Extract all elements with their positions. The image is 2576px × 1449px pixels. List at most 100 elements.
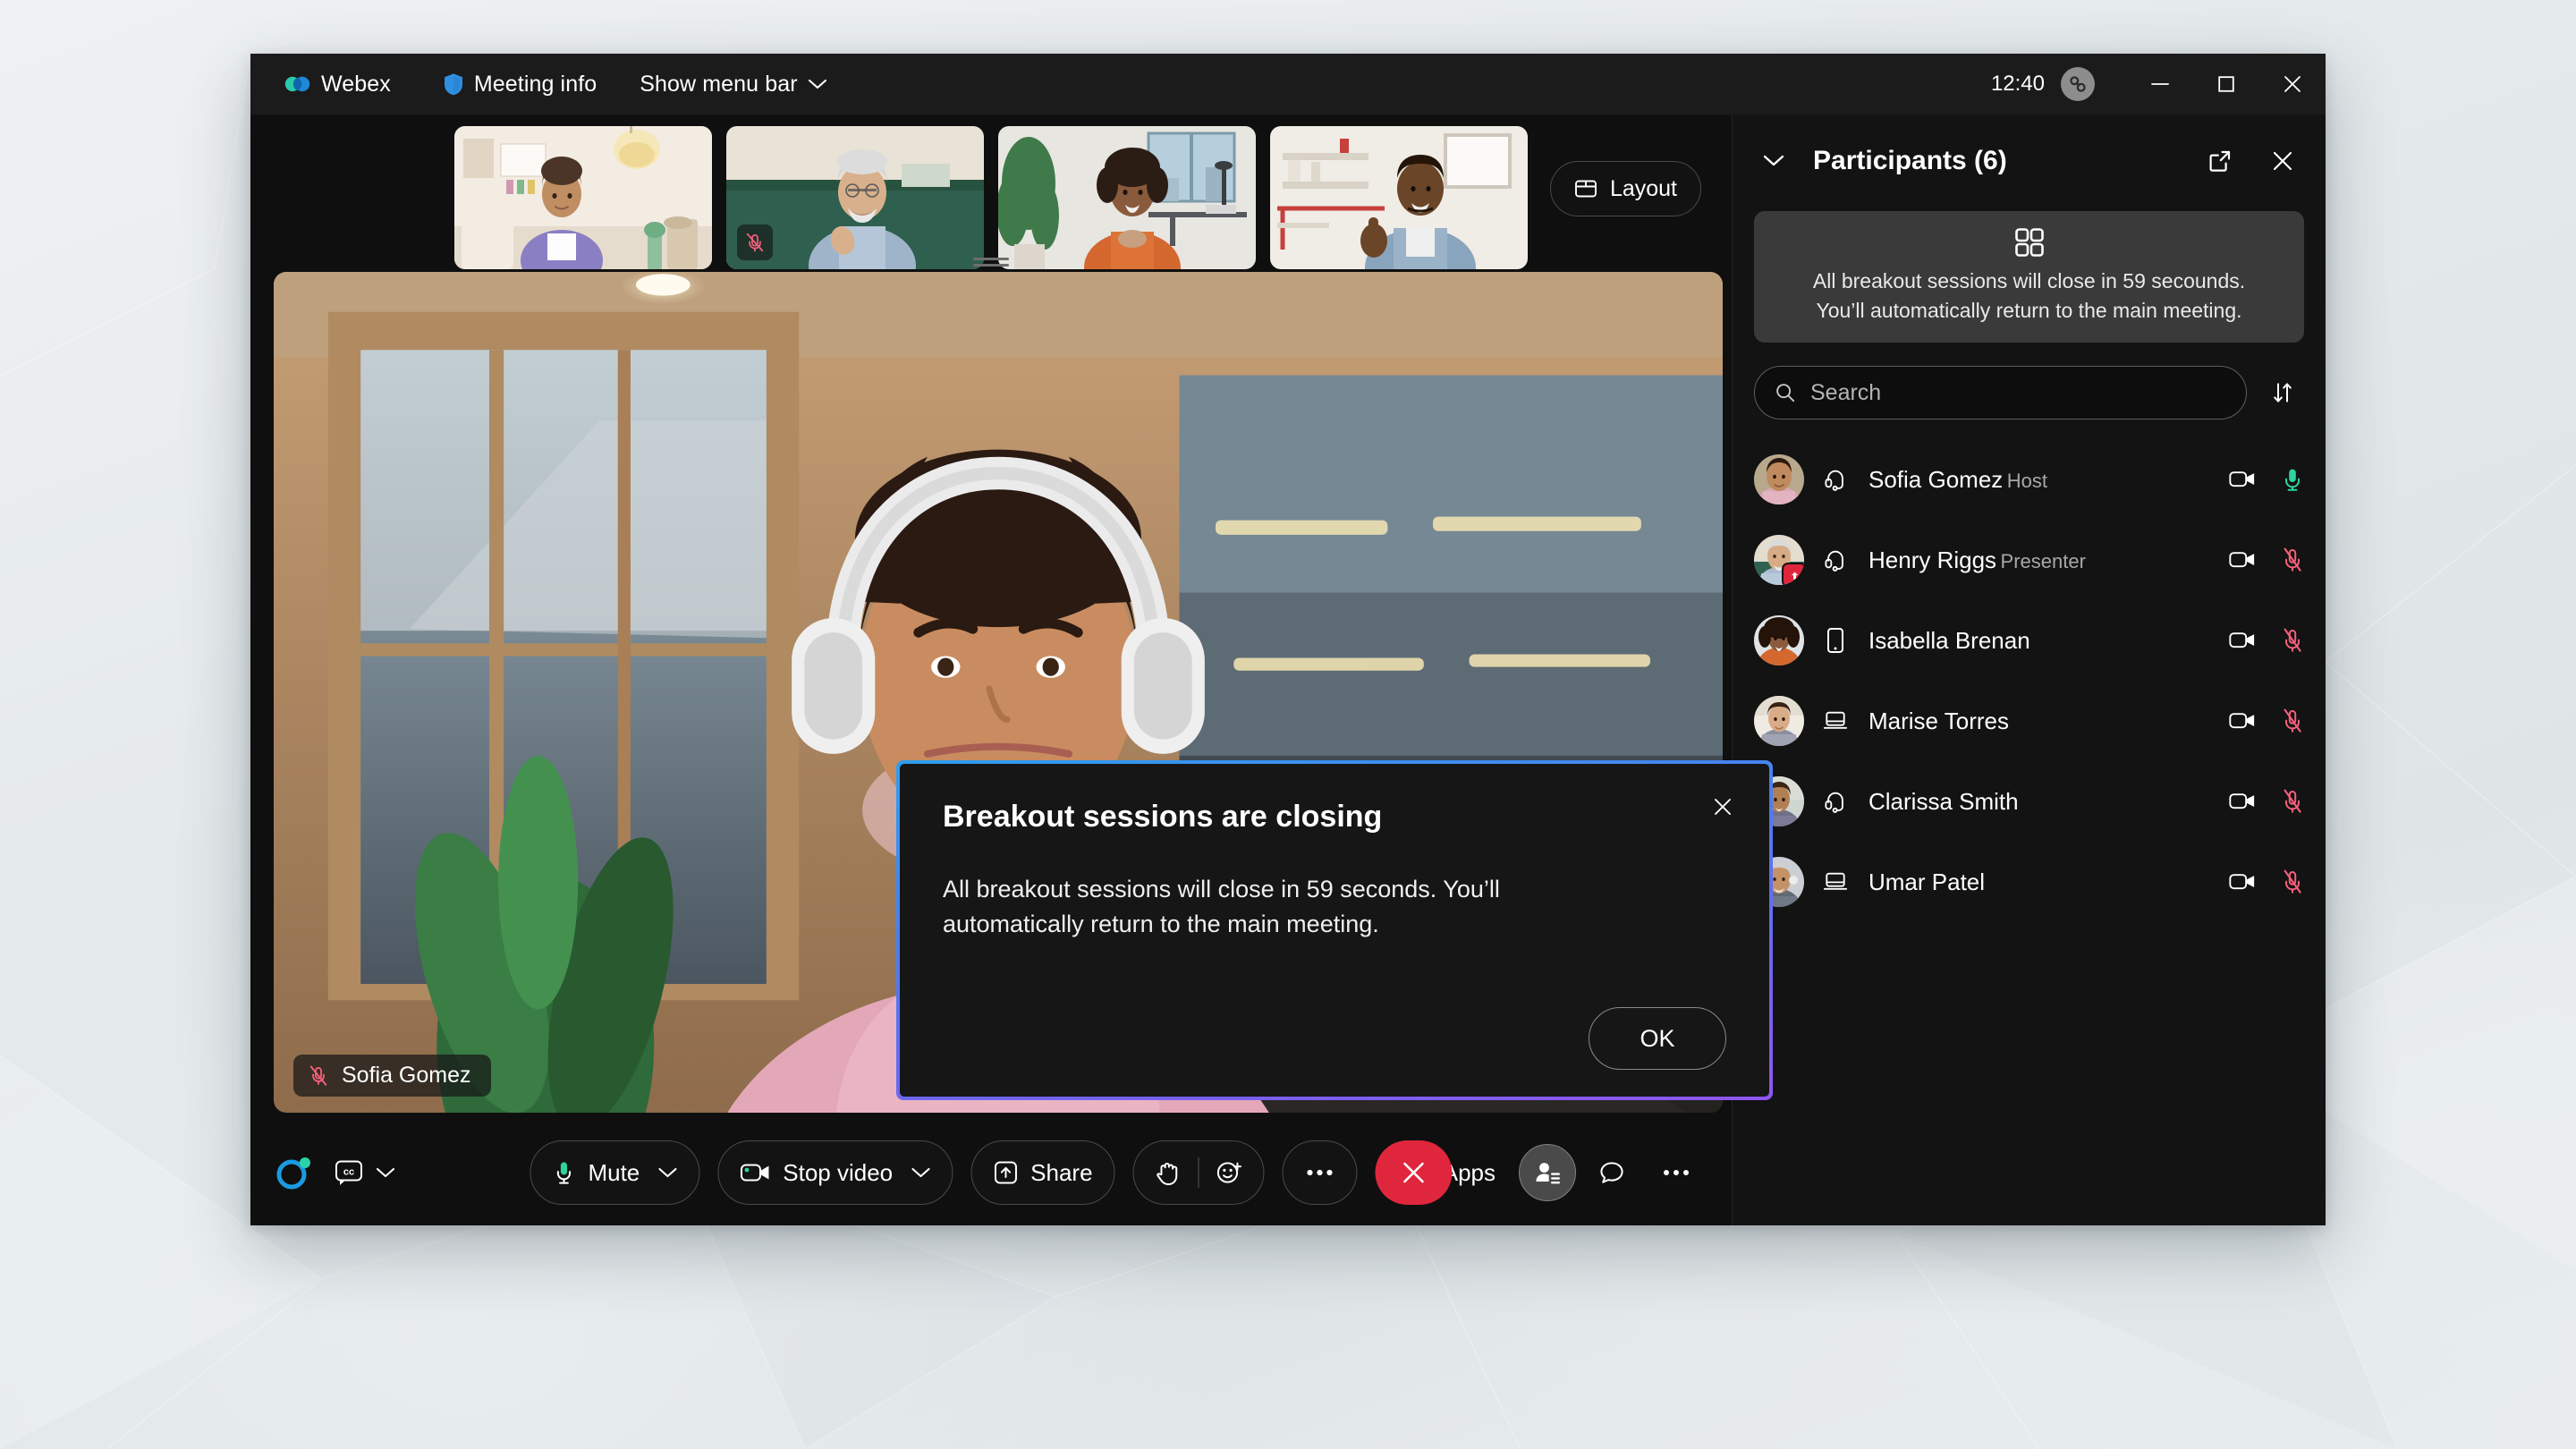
video-thumbnail[interactable] (998, 126, 1256, 269)
svg-text:cc: cc (343, 1167, 354, 1178)
webex-logo-icon (284, 73, 311, 95)
mic-muted-icon[interactable] (2283, 628, 2302, 653)
device-laptop-icon (1815, 709, 1856, 733)
share-screen-icon (993, 1160, 1018, 1185)
participant-status (2229, 869, 2302, 894)
device-laptop-icon (1815, 870, 1856, 894)
participant-status (2229, 628, 2302, 653)
filmstrip-resize-handle[interactable] (973, 258, 1009, 270)
window-controls: 12:40 (1991, 54, 2326, 114)
clock: 12:40 (1990, 72, 2045, 96)
chat-button[interactable] (1583, 1144, 1640, 1201)
thumbnail-scene (998, 126, 1256, 269)
chevron-down-icon[interactable] (657, 1166, 677, 1179)
show-menu-bar-button[interactable]: Show menu bar (629, 67, 837, 102)
microphone-icon (552, 1159, 575, 1186)
dialog-actions: OK (943, 1007, 1726, 1070)
webex-assistant-icon[interactable] (275, 1155, 311, 1191)
mic-muted-icon (308, 1064, 329, 1088)
mic-muted-icon[interactable] (2283, 547, 2302, 572)
video-thumbnail[interactable] (454, 126, 712, 269)
participant-role: Host (2006, 469, 2047, 492)
mute-button[interactable]: Mute (530, 1140, 700, 1205)
video-filmstrip (250, 114, 1732, 272)
app-title: Webex (321, 71, 391, 97)
meeting-info-button[interactable]: Meeting info (432, 67, 607, 102)
participant-row[interactable]: Umar Patel (1733, 842, 2326, 922)
participant-name: Henry Riggs (1868, 546, 1997, 573)
chevron-down-icon[interactable] (911, 1166, 930, 1179)
webex-meeting-window: Webex Meeting info Show menu bar 12:40 L… (250, 54, 2326, 1225)
connection-status-icon[interactable] (2061, 67, 2095, 101)
sort-participants-button[interactable] (2261, 371, 2304, 414)
closed-captions-icon: cc (335, 1159, 363, 1186)
close-icon (1402, 1160, 1427, 1185)
participants-button[interactable] (1519, 1144, 1576, 1201)
more-controls-button[interactable] (1282, 1140, 1358, 1205)
participant-identity: Clarissa Smith (1868, 788, 2229, 816)
camera-icon[interactable] (2229, 550, 2256, 570)
chevron-down-icon (376, 1166, 395, 1179)
camera-icon[interactable] (2229, 872, 2256, 892)
mic-muted-icon[interactable] (2283, 708, 2302, 733)
popout-panel-button[interactable] (2197, 138, 2243, 184)
camera-icon[interactable] (2229, 792, 2256, 811)
reactions-group (1132, 1140, 1265, 1205)
layout-label: Layout (1609, 175, 1677, 201)
participant-row[interactable]: Isabella Brenan (1733, 600, 2326, 681)
thumbnail-scene (454, 126, 712, 269)
close-panel-button[interactable] (2259, 138, 2306, 184)
maximize-button[interactable] (2193, 54, 2259, 114)
collapse-panel-button[interactable] (1750, 138, 1797, 184)
more-options-button[interactable] (1648, 1144, 1705, 1201)
camera-icon[interactable] (2229, 470, 2256, 489)
breakout-closing-dialog: Breakout sessions are closing All breako… (896, 760, 1773, 1100)
active-speaker-name-badge: Sofia Gomez (293, 1055, 491, 1097)
reactions-button[interactable] (1205, 1148, 1255, 1198)
dialog-body: All breakout sessions will close in 59 s… (943, 876, 1500, 938)
participant-identity: Henry Riggs Presenter (1868, 547, 2229, 575)
participants-search-row (1733, 343, 2326, 434)
dialog-title: Breakout sessions are closing (943, 800, 1383, 834)
camera-icon[interactable] (2229, 711, 2256, 731)
end-meeting-button[interactable] (1375, 1140, 1453, 1205)
search-box[interactable] (1754, 366, 2247, 420)
closed-captions-button[interactable]: cc (327, 1152, 402, 1193)
thumbnail-scene (1270, 126, 1528, 269)
stop-video-button[interactable]: Stop video (717, 1140, 953, 1205)
meeting-info-label: Meeting info (473, 71, 597, 97)
participant-row[interactable]: Henry Riggs Presenter (1733, 520, 2326, 600)
device-headset-icon (1815, 547, 1856, 572)
participant-name: Clarissa Smith (1868, 787, 2019, 815)
share-button[interactable]: Share (970, 1140, 1115, 1205)
show-menu-bar-label: Show menu bar (640, 71, 798, 97)
participant-row[interactable]: Sofia Gomez Host (1733, 439, 2326, 520)
participant-row[interactable]: Marise Torres (1733, 681, 2326, 761)
participant-identity: Isabella Brenan (1868, 627, 2229, 655)
participant-status (2229, 708, 2302, 733)
participant-identity: Marise Torres (1868, 708, 2229, 735)
ok-button[interactable]: OK (1589, 1007, 1726, 1070)
dialog-close-button[interactable] (1699, 784, 1746, 830)
layout-button[interactable]: Layout (1549, 161, 1701, 216)
avatar (1754, 454, 1804, 505)
share-label: Share (1030, 1158, 1093, 1186)
search-input[interactable] (1810, 379, 2226, 406)
participant-name: Umar Patel (1868, 868, 1986, 895)
camera-icon[interactable] (2229, 631, 2256, 650)
mic-muted-icon[interactable] (2283, 869, 2302, 894)
presenter-badge-icon (1782, 563, 1804, 586)
participant-row[interactable]: Clarissa Smith (1733, 761, 2326, 842)
close-window-button[interactable] (2259, 54, 2326, 114)
mic-muted-icon[interactable] (2283, 789, 2302, 814)
minimize-button[interactable] (2127, 54, 2193, 114)
title-bar: Webex Meeting info Show menu bar 12:40 (250, 54, 2326, 114)
mic-on-icon[interactable] (2283, 467, 2302, 492)
thumbnail-mute-icon (737, 225, 773, 260)
video-thumbnail[interactable] (1270, 126, 1528, 269)
raise-hand-button[interactable] (1143, 1148, 1193, 1198)
participant-status (2229, 789, 2302, 814)
participant-status (2229, 467, 2302, 492)
video-thumbnail[interactable] (726, 126, 984, 269)
participant-identity: Sofia Gomez Host (1868, 466, 2229, 495)
